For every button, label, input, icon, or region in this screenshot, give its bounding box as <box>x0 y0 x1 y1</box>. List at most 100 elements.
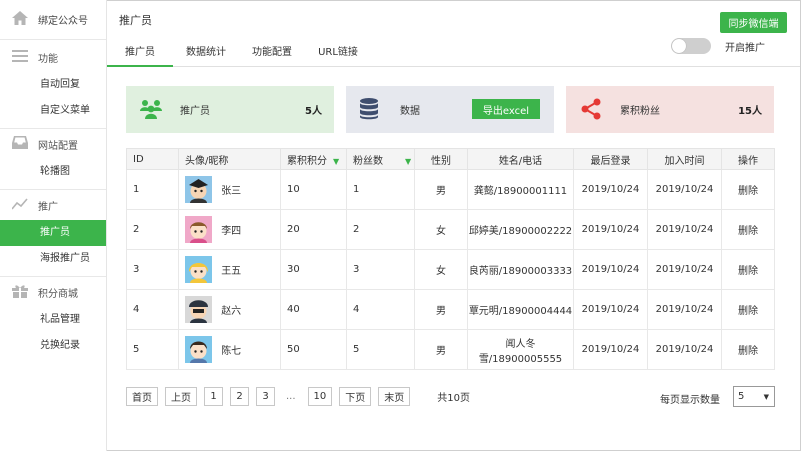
page-total: 共10页 <box>437 393 471 404</box>
table-header-row: ID 头像/昵称 累积积分 ▼ 粉丝数 ▼ 性别 姓名/电话 最后登录 加入时间 操… <box>126 148 775 170</box>
col-header-action: 操作 <box>721 148 775 170</box>
pagination: 首页 上页 1 2 3 ... 10 下页 末页 共10页 <box>126 387 470 406</box>
tab-config[interactable]: 功能配置 <box>239 42 305 67</box>
cell-points: 40 <box>280 289 347 330</box>
sort-down-icon[interactable]: ▼ <box>333 157 339 166</box>
sidebar-item-promoter[interactable]: 推广员 <box>0 220 106 246</box>
page-10-button[interactable]: 10 <box>307 387 333 406</box>
sidebar-item-poster-promoter[interactable]: 海报推广员 <box>0 246 106 272</box>
cell-avatar: 王五 <box>178 249 281 290</box>
col-header-gender: 性别 <box>414 148 468 170</box>
sidebar-item-custom-menu[interactable]: 自定义菜单 <box>0 98 106 124</box>
home-icon <box>12 11 28 28</box>
card-promoters: 推广员 5人 <box>126 86 334 133</box>
cell-fans: 5 <box>346 329 415 370</box>
card-promoters-value: 5人 <box>305 106 322 117</box>
avatar <box>185 256 212 283</box>
cell-fans: 2 <box>346 209 415 250</box>
page-2-button[interactable]: 2 <box>230 387 249 406</box>
per-page-select[interactable]: 5 ▼ <box>733 386 775 407</box>
cell-last-login: 2019/10/24 <box>573 249 648 290</box>
cell-points: 50 <box>280 329 347 370</box>
page-1-button[interactable]: 1 <box>204 387 223 406</box>
card-fans: 累积粉丝 15人 <box>566 86 774 133</box>
avatar <box>185 336 212 363</box>
promotion-toggle-label: 开启推广 <box>725 42 765 54</box>
sidebar-group-label: 积分商城 <box>38 288 78 300</box>
cell-gender: 男 <box>414 289 468 330</box>
export-excel-button[interactable]: 导出excel <box>472 99 540 119</box>
share-icon <box>580 98 602 123</box>
delete-link[interactable]: 删除 <box>721 249 775 290</box>
card-data-label: 数据 <box>400 106 420 117</box>
cell-points: 30 <box>280 249 347 290</box>
cell-nickname: 陈七 <box>221 346 242 357</box>
page-ellipsis: ... <box>286 391 296 402</box>
col-header-id: ID <box>126 148 179 170</box>
cell-joined: 2019/10/24 <box>647 209 722 250</box>
cell-points: 20 <box>280 209 347 250</box>
page-title: 推广员 <box>119 14 152 27</box>
cell-nickname: 张三 <box>221 186 242 197</box>
tab-promoter[interactable]: 推广员 <box>107 42 173 67</box>
main-panel: 推广员 同步微信端 推广员 数据统计 功能配置 URL链接 开启推广 推广员 5… <box>107 0 800 451</box>
cell-last-login: 2019/10/24 <box>573 329 648 370</box>
cell-id: 2 <box>126 209 179 250</box>
cell-id: 5 <box>126 329 179 370</box>
sidebar-item-auto-reply[interactable]: 自动回复 <box>0 72 106 98</box>
sidebar-item-redeem-record[interactable]: 兑换纪录 <box>0 333 106 359</box>
page-first-button[interactable]: 首页 <box>126 387 158 406</box>
cell-id: 3 <box>126 249 179 290</box>
sync-wechat-button[interactable]: 同步微信端 <box>720 12 787 33</box>
sidebar-header-label: 绑定公众号 <box>38 16 88 27</box>
cell-nickname: 王五 <box>221 266 242 277</box>
avatar <box>185 176 212 203</box>
sort-down-icon[interactable]: ▼ <box>405 157 411 166</box>
cell-contact: 覃元明/18900004444 <box>467 289 574 330</box>
cell-contact: 邱婷美/18900002222 <box>467 209 574 250</box>
avatar <box>185 296 212 323</box>
database-icon <box>360 98 378 123</box>
col-header-last-login: 最后登录 <box>573 148 648 170</box>
avatar <box>185 216 212 243</box>
tab-url-link[interactable]: URL链接 <box>305 42 371 67</box>
cell-nickname: 赵六 <box>221 306 242 317</box>
cell-joined: 2019/10/24 <box>647 289 722 330</box>
delete-link[interactable]: 删除 <box>721 169 775 210</box>
sidebar-group-promotion: 推广 <box>0 190 106 220</box>
delete-link[interactable]: 删除 <box>721 289 775 330</box>
cell-contact: 龚懿/18900001111 <box>467 169 574 210</box>
page-end-button[interactable]: 末页 <box>378 387 411 406</box>
promotion-toggle[interactable] <box>671 38 711 54</box>
page-3-button[interactable]: 3 <box>256 387 275 406</box>
users-icon <box>140 98 162 123</box>
table-row: 1 张三 10 1 男 龚懿/18900001111 2019/10/24 20… <box>126 169 775 210</box>
card-promoters-label: 推广员 <box>180 106 210 117</box>
cell-contact: 良芮丽/18900003333 <box>467 249 574 290</box>
cell-id: 4 <box>126 289 179 330</box>
cell-nickname: 李四 <box>221 226 242 237</box>
page-prev-button[interactable]: 上页 <box>165 387 197 406</box>
table-row: 3 王五 30 3 女 良芮丽/18900003333 2019/10/24 2… <box>126 249 775 290</box>
col-header-avatar: 头像/昵称 <box>178 148 281 170</box>
sidebar-group-label: 功能 <box>38 53 58 65</box>
cell-fans: 3 <box>346 249 415 290</box>
col-header-fans[interactable]: 粉丝数 ▼ <box>346 148 415 170</box>
sidebar-item-gift-manage[interactable]: 礼品管理 <box>0 307 106 333</box>
inbox-icon <box>12 136 28 152</box>
chart-icon <box>11 197 28 213</box>
tab-statistics[interactable]: 数据统计 <box>173 42 239 67</box>
sidebar-item-carousel[interactable]: 轮播图 <box>0 159 106 185</box>
cell-fans: 1 <box>346 169 415 210</box>
menu-icon <box>12 49 28 65</box>
card-fans-value: 15人 <box>738 106 762 117</box>
delete-link[interactable]: 删除 <box>721 209 775 250</box>
col-header-points[interactable]: 累积积分 ▼ <box>280 148 347 170</box>
sidebar-group-label: 网站配置 <box>38 140 78 152</box>
sidebar-header[interactable]: 绑定公众号 <box>0 0 106 40</box>
card-data: 数据 导出excel <box>346 86 554 133</box>
per-page-value: 5 <box>738 391 745 402</box>
cell-id: 1 <box>126 169 179 210</box>
page-next-button[interactable]: 下页 <box>339 387 372 406</box>
delete-link[interactable]: 删除 <box>721 329 775 370</box>
